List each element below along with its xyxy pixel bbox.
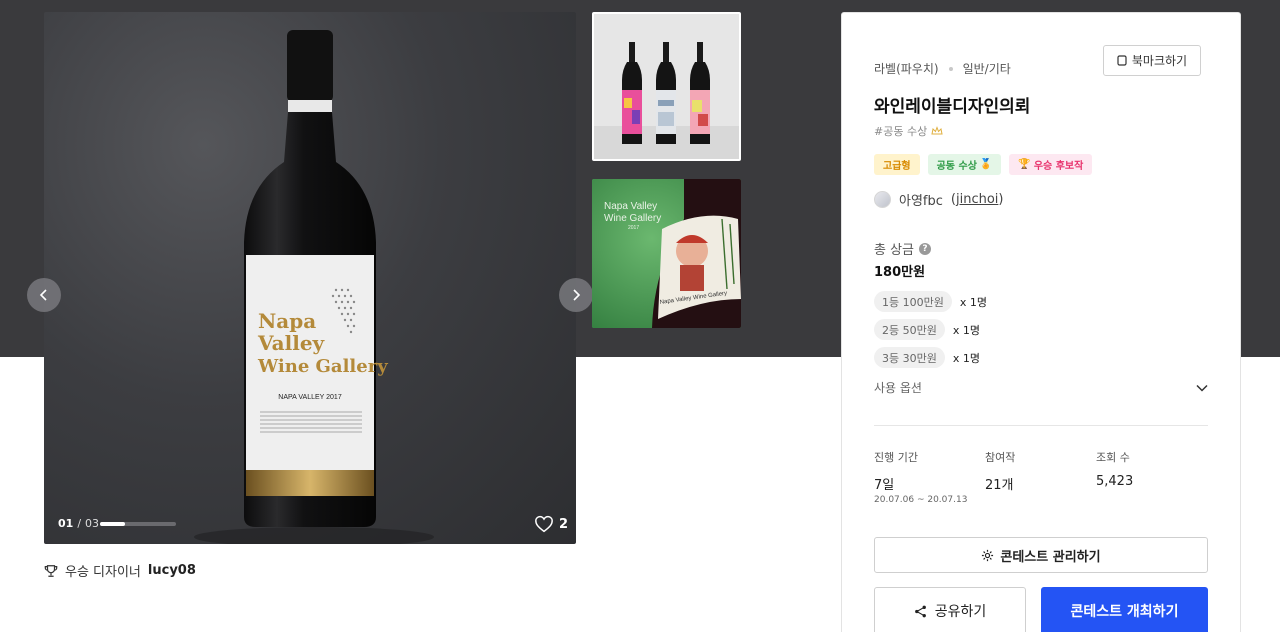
thumbnail-green-label[interactable]: Napa Valley Wine Gallery 2017 Napa Valle… [592,179,741,328]
hashtag: #공동 수상 [874,123,943,139]
breadcrumb-subcategory[interactable]: 일반/기타 [963,60,1011,77]
options-toggle[interactable]: 사용 옵션 [874,379,1208,396]
manage-label: 콘테스트 관리하기 [1000,549,1101,565]
slide-progress-bar [100,522,176,526]
badge-finalist: 🏆 우승 후보작 [1009,154,1093,175]
prize-count: x 1명 [952,323,980,337]
contest-host: 아영fbc (jinchoi) [874,190,1003,209]
prize-rank: 1등 100만원 [874,291,952,312]
medal-icon: 🏅 [979,159,993,170]
prize-label: 총 상금 ? [874,239,932,258]
host-contest-button[interactable]: 콘테스트 개최하기 [1041,587,1208,632]
winner-name[interactable]: lucy08 [148,563,196,578]
prize-row-1: 1등 100만원 x 1명 [874,291,987,312]
label-title-line-3: Wine Gallery [257,356,388,377]
slide-current: 01 [58,517,74,530]
thumb2-label-line-2: Wine Gallery [604,213,661,224]
avatar [874,191,891,208]
prize-row-3: 3등 30만원 x 1명 [874,347,980,368]
manage-contest-button[interactable]: 콘테스트 관리하기 [874,537,1208,573]
options-label: 사용 옵션 [874,381,922,395]
chevron-right-icon [573,289,581,301]
trophy-emoji-icon: 🏆 [1018,159,1031,170]
winner-label: 우승 디자이너 [65,565,141,580]
gear-icon [982,549,994,561]
prize-total: 180만원 [874,265,926,280]
next-image-button[interactable] [559,278,593,312]
badge-joint-award: 공동 수상 🏅 [927,154,1002,175]
duration-value: 7일 [874,478,895,493]
main-product-image[interactable]: Napa Valley Wine Gallery NAPA VALLEY 201… [44,12,576,544]
prize-rank: 3등 30만원 [874,347,945,368]
host-contest-label: 콘테스트 개최하기 [1070,604,1179,620]
breadcrumb-category[interactable]: 라벨(파우치) [874,60,939,77]
like-count: 2 [558,516,568,532]
crown-icon [931,126,943,135]
slide-counter: 01 / 03 [58,517,100,530]
entries-value: 21개 [985,478,1014,493]
badge-list: 고급형 공동 수상 🏅 🏆 우승 후보작 [874,154,1093,175]
host-handle-link[interactable]: jinchoi [956,192,998,207]
slide-progress-fill [100,522,126,526]
bookmark-label: 북마크하기 [1131,54,1188,68]
thumb2-label-line-3: 2017 [628,225,639,231]
prev-image-button[interactable] [27,278,61,312]
thumb2-label-line-1: Napa Valley [604,201,657,212]
bookmark-button[interactable]: 북마크하기 [1103,45,1201,76]
entries-label: 참여작 [985,451,1016,464]
contest-title: 와인레이블디자인의뢰 [874,97,1031,117]
host-name: 아영fbc [899,194,943,209]
breadcrumb: 라벨(파우치) 일반/기타 [874,60,1011,77]
wine-bottle-illustration: Napa Valley Wine Gallery NAPA VALLEY 201… [194,30,434,544]
green-label-illustration: Napa Valley Wine Gallery 2017 Napa Valle… [592,179,741,328]
like-button[interactable]: 2 [534,515,568,533]
trophy-icon [44,564,58,577]
duration-label: 진행 기간 [874,451,918,464]
chevron-left-icon [39,289,47,301]
thumbnail-three-bottles[interactable] [592,12,741,161]
date-range: 20.07.06 ~ 20.07.13 [874,495,968,505]
label-subtitle: NAPA VALLEY 2017 [278,394,342,401]
contest-info-panel: 라벨(파우치) 일반/기타 북마크하기 와인레이블디자인의뢰 #공동 수상 고급… [841,12,1241,632]
divider [874,425,1208,426]
prize-rank: 2등 50만원 [874,319,945,340]
share-label: 공유하기 [934,604,987,620]
help-icon[interactable]: ? [919,242,932,255]
slide-total: 03 [85,517,100,530]
heart-icon [535,515,553,533]
three-bottles-illustration [594,14,739,159]
prize-count: x 1명 [959,295,987,309]
chevron-down-icon [1196,384,1208,392]
views-value: 5,423 [1096,474,1134,489]
prize-count: x 1명 [952,351,980,365]
breadcrumb-separator [948,66,953,71]
winner-designer: 우승 디자이너 lucy08 [44,561,196,580]
views-label: 조회 수 [1096,451,1130,464]
share-icon [914,605,926,617]
label-title-line-2: Valley [257,331,326,355]
hashtag-text[interactable]: #공동 수상 [874,123,927,139]
badge-premium: 고급형 [874,154,920,175]
prize-row-2: 2등 50만원 x 1명 [874,319,980,340]
bookmark-icon [1117,55,1127,66]
label-title-line-1: Napa [258,309,316,333]
share-button[interactable]: 공유하기 [874,587,1026,632]
